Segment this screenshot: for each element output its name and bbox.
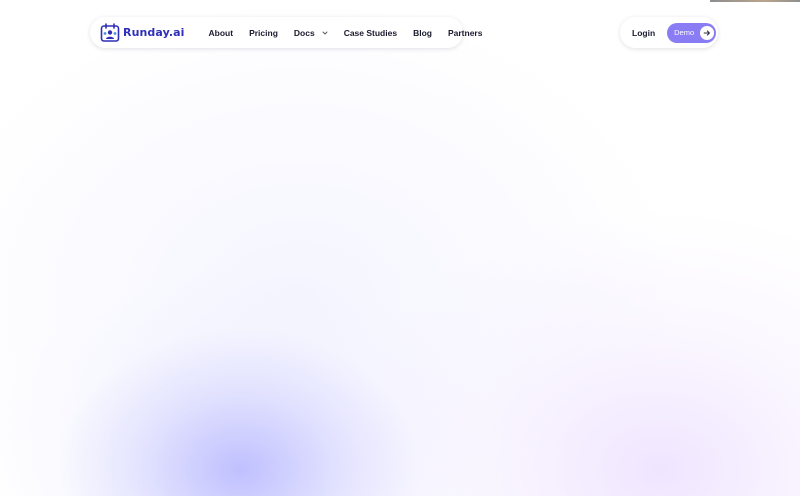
demo-button-label: Demo [674, 28, 695, 37]
auth-navbar: Login Demo [620, 17, 718, 48]
arrow-right-icon [700, 25, 715, 40]
nav-link-docs[interactable]: Docs [294, 28, 328, 38]
nav-link-label: Docs [293, 27, 315, 38]
nav-link-case-studies[interactable]: Case Studies [344, 28, 397, 38]
brand-name: Runday.ai [123, 26, 185, 39]
team-calendar-icon [100, 22, 120, 42]
nav-link-label: Partners [447, 27, 483, 38]
nav-link-label: Pricing [249, 27, 278, 38]
hero-gradient-background [0, 0, 800, 496]
chevron-down-icon [322, 31, 328, 34]
nav-link-label: Blog [413, 27, 432, 38]
login-link[interactable]: Login [632, 28, 655, 38]
nav-link-label: Case Studies [343, 27, 398, 38]
nav-link-label: About [208, 27, 234, 38]
nav-link-pricing[interactable]: Pricing [249, 28, 278, 38]
top-edge-strip [710, 0, 800, 2]
nav-link-about[interactable]: About [209, 28, 234, 38]
nav-link-blog[interactable]: Blog [413, 28, 432, 38]
brand-logo[interactable]: Runday.ai [100, 22, 185, 43]
nav-link-partners[interactable]: Partners [448, 28, 483, 38]
main-navbar: Runday.ai About Pricing Docs Case Studie… [90, 17, 482, 48]
demo-button[interactable]: Demo [667, 22, 717, 43]
nav-links: About Pricing Docs Case Studies Blog Par… [209, 28, 483, 38]
